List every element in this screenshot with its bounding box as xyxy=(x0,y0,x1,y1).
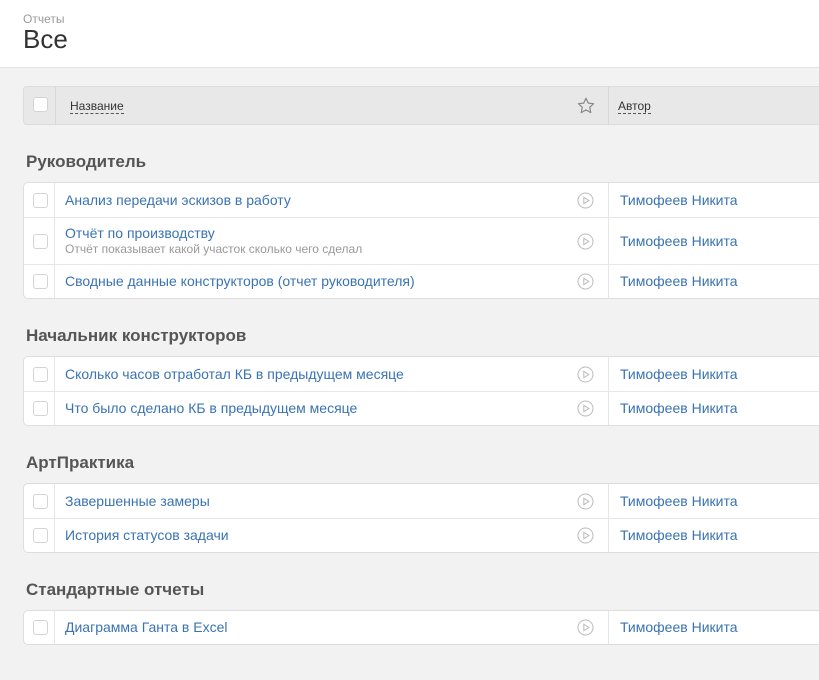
select-all-checkbox[interactable] xyxy=(33,97,48,112)
row-checkbox[interactable] xyxy=(33,193,48,208)
report-title-link[interactable]: Сводные данные конструкторов (отчет руко… xyxy=(65,273,415,289)
column-divider xyxy=(608,519,609,552)
row-checkbox[interactable] xyxy=(33,494,48,509)
report-group: Диаграмма Ганта в Excel Тимофеев Никита xyxy=(23,610,819,645)
row-checkbox[interactable] xyxy=(33,528,48,543)
report-author-link[interactable]: Тимофеев Никита xyxy=(620,366,738,382)
group-title: Руководитель xyxy=(26,152,147,171)
run-report-icon[interactable] xyxy=(577,233,594,250)
row-checkbox[interactable] xyxy=(33,274,48,289)
run-report-icon[interactable] xyxy=(577,619,594,636)
group-title: Стандартные отчеты xyxy=(26,580,205,599)
column-divider xyxy=(54,392,55,425)
column-divider xyxy=(54,484,55,518)
column-divider xyxy=(55,87,56,124)
column-divider xyxy=(54,265,55,298)
report-row[interactable]: Отчёт по производству Отчёт показывает к… xyxy=(24,218,819,265)
column-header-name[interactable]: Название xyxy=(70,99,124,114)
column-divider xyxy=(608,611,609,644)
report-title-link[interactable]: История статусов задачи xyxy=(65,527,229,543)
report-author-link[interactable]: Тимофеев Никита xyxy=(620,192,738,208)
column-divider xyxy=(608,183,609,217)
report-row[interactable]: Сводные данные конструкторов (отчет руко… xyxy=(24,265,819,298)
row-checkbox[interactable] xyxy=(33,367,48,382)
column-divider xyxy=(608,484,609,518)
page-title: Все xyxy=(23,24,68,54)
run-report-icon[interactable] xyxy=(577,273,594,290)
column-divider xyxy=(608,265,609,298)
group-title: Начальник конструкторов xyxy=(26,326,247,345)
row-checkbox[interactable] xyxy=(33,234,48,249)
row-checkbox[interactable] xyxy=(33,620,48,635)
report-row[interactable]: Анализ передачи эскизов в работу Тимофее… xyxy=(24,183,819,218)
page-header: Отчеты Все xyxy=(0,0,819,68)
run-report-icon[interactable] xyxy=(577,192,594,209)
report-author-link[interactable]: Тимофеев Никита xyxy=(620,619,738,635)
run-report-icon[interactable] xyxy=(577,366,594,383)
report-row[interactable]: История статусов задачи Тимофеев Никита xyxy=(24,519,819,552)
report-author-link[interactable]: Тимофеев Никита xyxy=(620,493,738,509)
run-report-icon[interactable] xyxy=(577,400,594,417)
column-divider xyxy=(54,183,55,217)
group-title: АртПрактика xyxy=(26,453,135,472)
run-report-icon[interactable] xyxy=(577,527,594,544)
column-divider xyxy=(608,392,609,425)
report-row[interactable]: Что было сделано КБ в предыдущем месяце … xyxy=(24,392,819,425)
report-title-link[interactable]: Анализ передачи эскизов в работу xyxy=(65,192,291,208)
report-author-link[interactable]: Тимофеев Никита xyxy=(620,400,738,416)
report-author-link[interactable]: Тимофеев Никита xyxy=(620,233,738,249)
column-divider xyxy=(54,218,55,264)
column-divider xyxy=(54,357,55,391)
report-row[interactable]: Завершенные замеры Тимофеев Никита xyxy=(24,484,819,519)
report-title-link[interactable]: Завершенные замеры xyxy=(65,493,210,509)
report-row[interactable]: Диаграмма Ганта в Excel Тимофеев Никита xyxy=(24,611,819,644)
report-title-link[interactable]: Отчёт по производству xyxy=(65,225,215,241)
column-divider xyxy=(54,519,55,552)
table-header: Название Автор xyxy=(23,86,819,125)
star-icon[interactable] xyxy=(576,96,596,116)
row-checkbox[interactable] xyxy=(33,401,48,416)
report-title-link[interactable]: Сколько часов отработал КБ в предыдущем … xyxy=(65,366,404,382)
report-row[interactable]: Сколько часов отработал КБ в предыдущем … xyxy=(24,357,819,392)
column-divider xyxy=(608,87,609,124)
report-group: Завершенные замеры Тимофеев Никита Истор… xyxy=(23,483,819,553)
report-title-link[interactable]: Диаграмма Ганта в Excel xyxy=(65,619,228,635)
report-group: Анализ передачи эскизов в работу Тимофее… xyxy=(23,182,819,299)
report-author-link[interactable]: Тимофеев Никита xyxy=(620,273,738,289)
column-header-author[interactable]: Автор xyxy=(618,99,651,114)
column-divider xyxy=(54,611,55,644)
run-report-icon[interactable] xyxy=(577,493,594,510)
report-description: Отчёт показывает какой участок сколько ч… xyxy=(65,242,363,256)
column-divider xyxy=(608,218,609,264)
report-group: Сколько часов отработал КБ в предыдущем … xyxy=(23,356,819,426)
report-author-link[interactable]: Тимофеев Никита xyxy=(620,527,738,543)
column-divider xyxy=(608,357,609,391)
report-title-link[interactable]: Что было сделано КБ в предыдущем месяце xyxy=(65,400,357,416)
